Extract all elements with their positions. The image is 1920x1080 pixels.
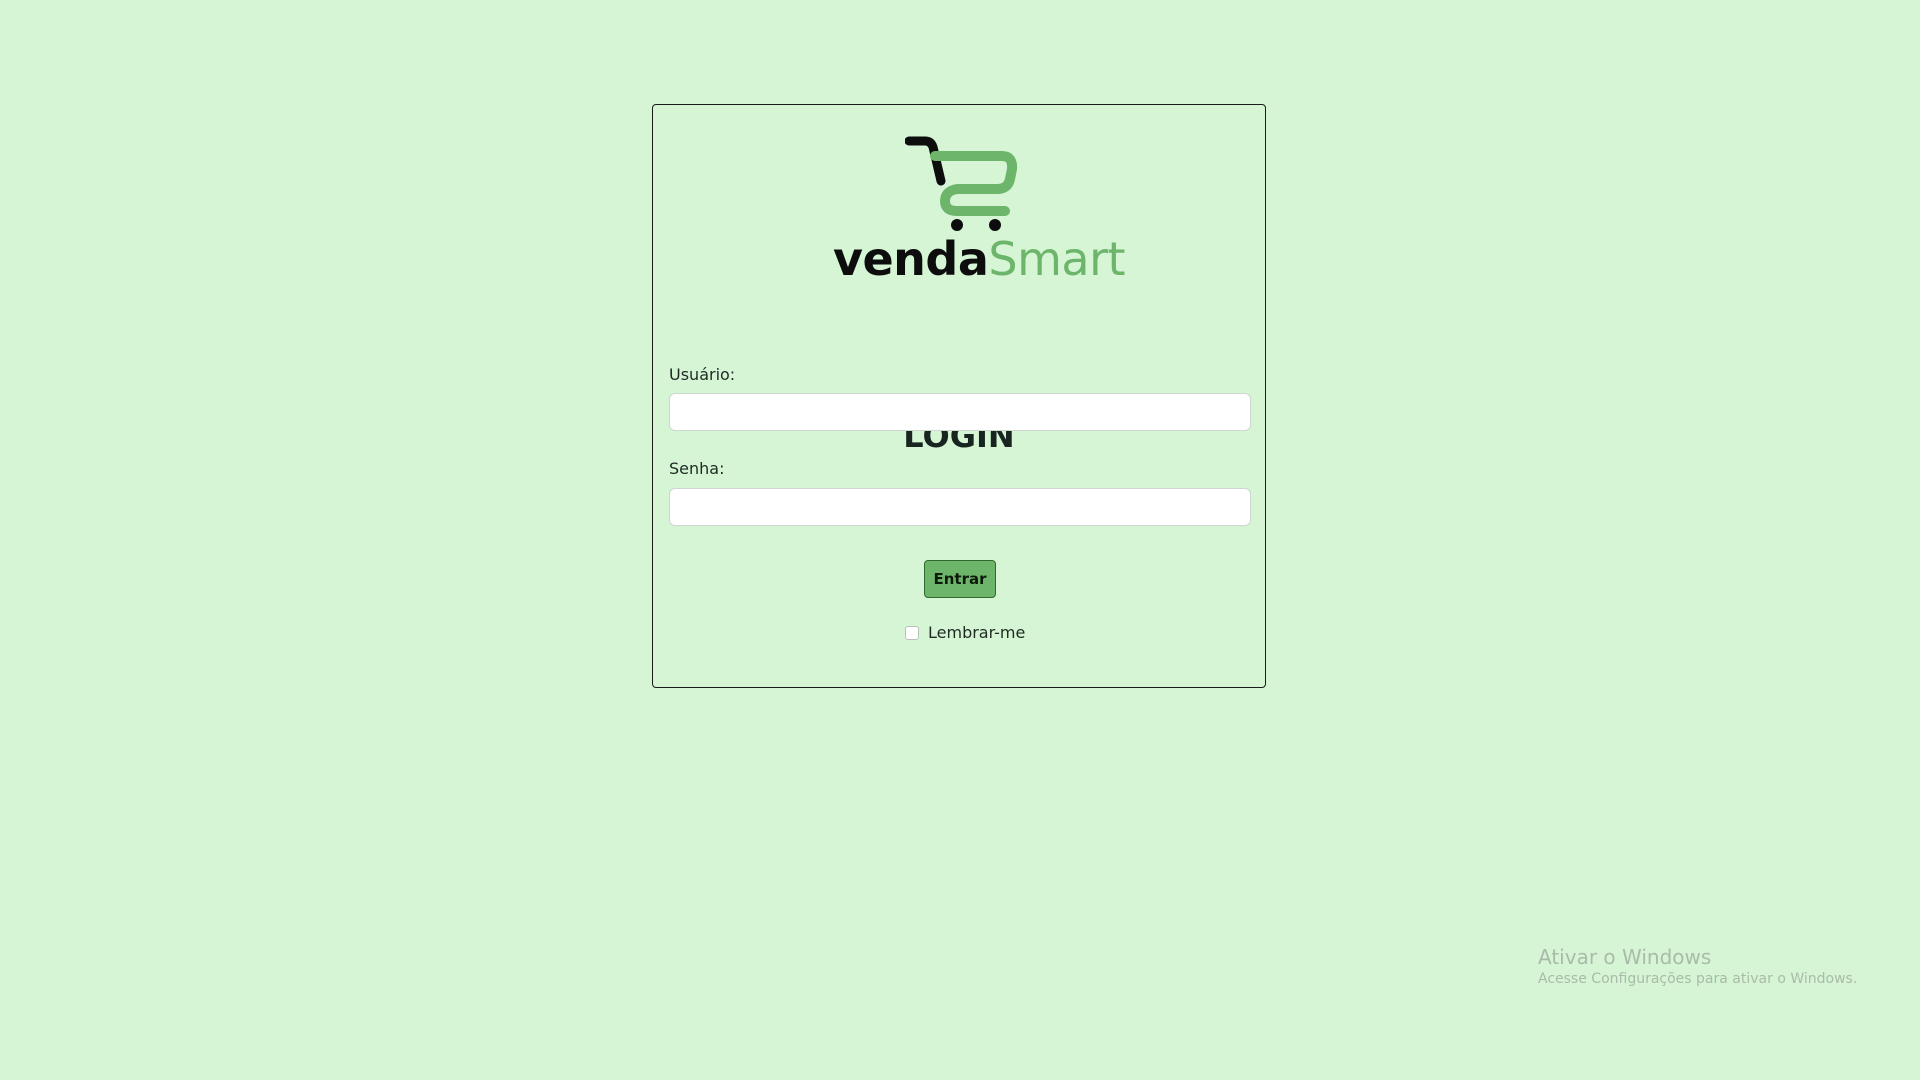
- logo: vendaSmart: [833, 131, 1126, 286]
- password-input[interactable]: [669, 488, 1251, 526]
- logo-word-smart: Smart: [988, 232, 1126, 286]
- watermark-title: Ativar o Windows: [1538, 945, 1712, 969]
- watermark-subtitle: Acesse Configurações para ativar o Windo…: [1538, 971, 1858, 987]
- username-label: Usuário:: [669, 365, 736, 384]
- login-card: vendaSmart LOGIN Usuário: Senha: Entrar …: [652, 104, 1266, 688]
- username-input[interactable]: [669, 393, 1251, 431]
- logo-wordmark: vendaSmart: [833, 231, 1126, 287]
- remember-me-row[interactable]: Lembrar-me: [905, 623, 1025, 643]
- logo-word-venda: venda: [833, 232, 989, 286]
- windows-activation-watermark: Ativar o Windows Acesse Configurações pa…: [1538, 944, 1857, 988]
- shopping-cart-icon: [905, 136, 1018, 231]
- password-label: Senha:: [669, 459, 725, 478]
- remember-me-checkbox[interactable]: [905, 626, 919, 640]
- login-button[interactable]: Entrar: [924, 560, 996, 598]
- remember-me-label: Lembrar-me: [928, 623, 1026, 642]
